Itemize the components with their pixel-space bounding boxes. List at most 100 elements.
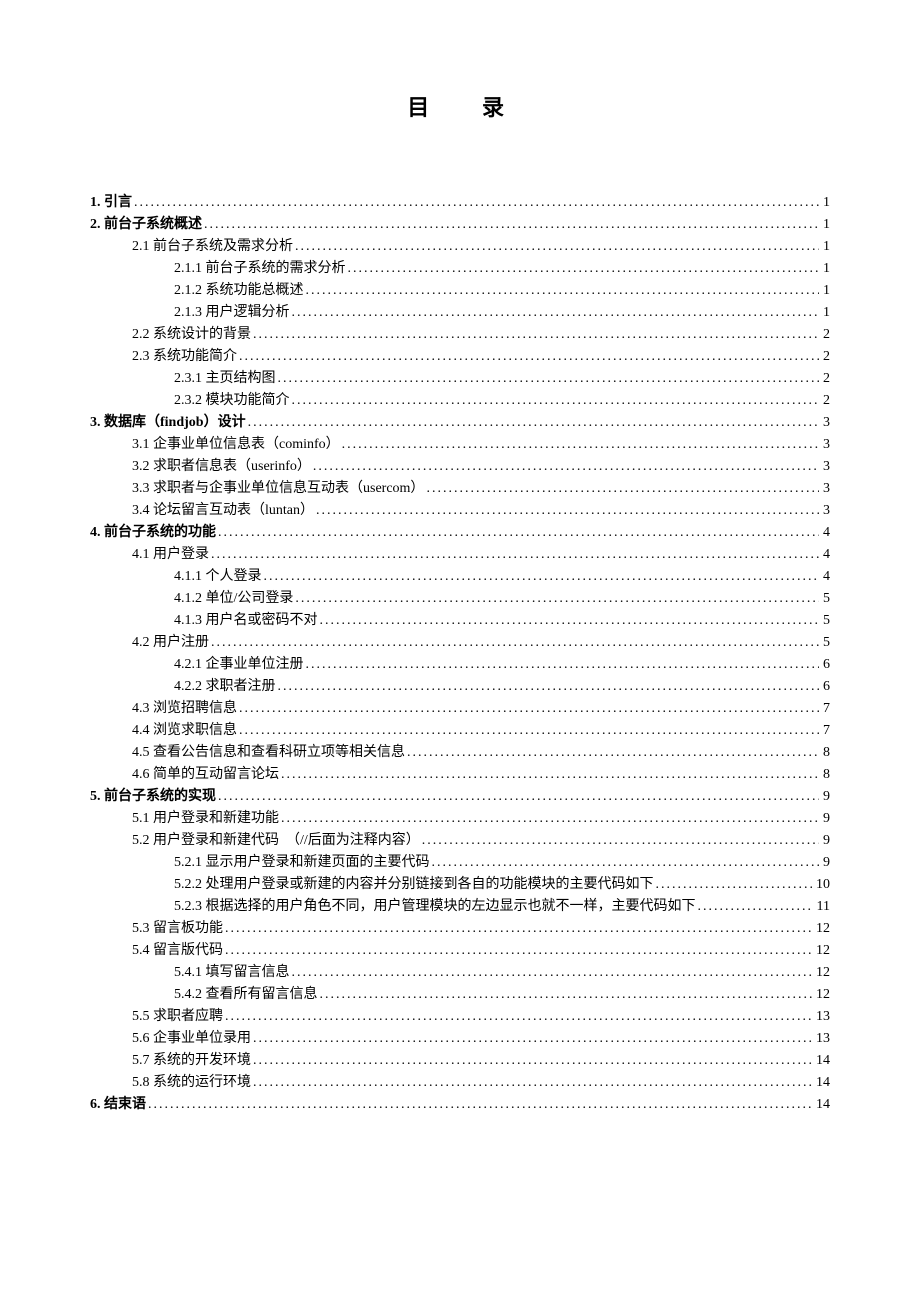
toc-dot-leader (422, 830, 819, 844)
toc-entry[interactable]: 2.3 系统功能简介2 (90, 346, 830, 368)
toc-entry-label: 5.4.2 查看所有留言信息 (174, 984, 318, 1006)
title-left: 目 (407, 95, 438, 120)
toc-entry-label: 2.1 前台子系统及需求分析 (132, 236, 293, 258)
toc-dot-leader (306, 280, 820, 294)
toc-entry-page: 14 (814, 1072, 830, 1094)
toc-entry-label: 6. 结束语 (90, 1094, 146, 1116)
toc-dot-leader (253, 1072, 812, 1086)
toc-entry[interactable]: 4.1.1 个人登录4 (90, 566, 830, 588)
toc-title: 目录 (90, 90, 830, 122)
toc-entry-page: 1 (821, 302, 830, 324)
toc-entry[interactable]: 5.4.2 查看所有留言信息 12 (90, 984, 830, 1006)
toc-entry-label: 2. 前台子系统概述 (90, 214, 202, 236)
toc-dot-leader (342, 434, 819, 448)
toc-entry[interactable]: 4.2.2 求职者注册6 (90, 676, 830, 698)
toc-entry[interactable]: 4.5 查看公告信息和查看科研立项等相关信息8 (90, 742, 830, 764)
toc-dot-leader (306, 654, 820, 668)
toc-entry[interactable]: 2.3.2 模块功能简介2 (90, 390, 830, 412)
toc-entry-page: 6 (821, 676, 830, 698)
toc-entry-page: 1 (821, 192, 830, 214)
toc-entry-page: 3 (821, 456, 830, 478)
toc-entry-label: 5.2.3 根据选择的用户角色不同，用户管理模块的左边显示也就不一样，主要代码如… (174, 896, 696, 918)
toc-entry[interactable]: 3.1 企事业单位信息表（cominfo）3 (90, 434, 830, 456)
toc-entry-label: 4.4 浏览求职信息 (132, 720, 237, 742)
toc-entry[interactable]: 3.3 求职者与企事业单位信息互动表（usercom）3 (90, 478, 830, 500)
toc-entry-page: 9 (821, 808, 830, 830)
toc-entry[interactable]: 4.1 用户登录4 (90, 544, 830, 566)
toc-entry-label: 2.1.3 用户逻辑分析 (174, 302, 290, 324)
toc-dot-leader (225, 940, 812, 954)
toc-dot-leader (248, 412, 819, 426)
toc-entry[interactable]: 5.2.1 显示用户登录和新建页面的主要代码9 (90, 852, 830, 874)
toc-dot-leader (211, 632, 819, 646)
toc-entry[interactable]: 5.2.3 根据选择的用户角色不同，用户管理模块的左边显示也就不一样，主要代码如… (90, 896, 830, 918)
toc-entry[interactable]: 4.1.3 用户名或密码不对5 (90, 610, 830, 632)
toc-entry-label: 5.3 留言板功能 (132, 918, 223, 940)
toc-dot-leader (253, 324, 819, 338)
toc-entry-label: 5.2 用户登录和新建代码 （//后面为注释内容） (132, 830, 420, 852)
toc-entry-page: 13 (814, 1006, 830, 1028)
toc-entry[interactable]: 2.1.1 前台子系统的需求分析1 (90, 258, 830, 280)
toc-entry[interactable]: 4.6 简单的互动留言论坛8 (90, 764, 830, 786)
toc-entry[interactable]: 4.1.2 单位/公司登录5 (90, 588, 830, 610)
toc-entry-label: 2.3.1 主页结构图 (174, 368, 276, 390)
toc-entry-label: 5. 前台子系统的实现 (90, 786, 216, 808)
toc-entry[interactable]: 4.2.1 企事业单位注册6 (90, 654, 830, 676)
toc-entry[interactable]: 5. 前台子系统的实现9 (90, 786, 830, 808)
toc-entry[interactable]: 2.2 系统设计的背景 2 (90, 324, 830, 346)
toc-dot-leader (313, 456, 819, 470)
toc-entry[interactable]: 2.1 前台子系统及需求分析1 (90, 236, 830, 258)
toc-entry[interactable]: 5.4.1 填写留言信息12 (90, 962, 830, 984)
toc-entry-label: 3.1 企事业单位信息表（cominfo） (132, 434, 340, 456)
toc-entry-page: 4 (821, 544, 830, 566)
toc-entry-page: 14 (814, 1050, 830, 1072)
toc-entry[interactable]: 3.2 求职者信息表（userinfo）3 (90, 456, 830, 478)
toc-entry-label: 4.6 简单的互动留言论坛 (132, 764, 279, 786)
toc-entry-page: 12 (814, 984, 830, 1006)
toc-entry-label: 5.6 企事业单位录用 (132, 1028, 251, 1050)
toc-entry[interactable]: 5.4 留言版代码12 (90, 940, 830, 962)
toc-entry-label: 2.2 系统设计的背景 (132, 324, 251, 346)
toc-entry[interactable]: 1. 引言 1 (90, 192, 830, 214)
toc-entry[interactable]: 5.5 求职者应聘13 (90, 1006, 830, 1028)
toc-entry[interactable]: 2.1.3 用户逻辑分析 1 (90, 302, 830, 324)
toc-dot-leader (292, 390, 820, 404)
toc-entry[interactable]: 5.2.2 处理用户登录或新建的内容并分别链接到各自的功能模块的主要代码如下10 (90, 874, 830, 896)
toc-entry-label: 5.2.2 处理用户登录或新建的内容并分别链接到各自的功能模块的主要代码如下 (174, 874, 654, 896)
toc-entry-label: 4. 前台子系统的功能 (90, 522, 216, 544)
toc-entry-page: 2 (821, 346, 830, 368)
toc-entry[interactable]: 4.4 浏览求职信息7 (90, 720, 830, 742)
toc-entry[interactable]: 2.1.2 系统功能总概述1 (90, 280, 830, 302)
toc-entry[interactable]: 3.4 论坛留言互动表（luntan）3 (90, 500, 830, 522)
toc-entry[interactable]: 4. 前台子系统的功能4 (90, 522, 830, 544)
toc-dot-leader (134, 192, 819, 206)
toc-entry[interactable]: 2.3.1 主页结构图2 (90, 368, 830, 390)
toc-entry-page: 12 (814, 918, 830, 940)
toc-dot-leader (292, 302, 820, 316)
toc-entry[interactable]: 2. 前台子系统概述1 (90, 214, 830, 236)
toc-entry[interactable]: 5.7 系统的开发环境14 (90, 1050, 830, 1072)
toc-entry-label: 2.1.1 前台子系统的需求分析 (174, 258, 346, 280)
toc-entry[interactable]: 4.3 浏览招聘信息7 (90, 698, 830, 720)
toc-entry-label: 2.1.2 系统功能总概述 (174, 280, 304, 302)
toc-entry[interactable]: 6. 结束语14 (90, 1094, 830, 1116)
toc-entry-label: 3.4 论坛留言互动表（luntan） (132, 500, 314, 522)
toc-entry[interactable]: 5.1 用户登录和新建功能9 (90, 808, 830, 830)
toc-entry-label: 1. 引言 (90, 192, 132, 214)
toc-entry-page: 13 (814, 1028, 830, 1050)
toc-entry[interactable]: 5.8 系统的运行环境14 (90, 1072, 830, 1094)
toc-dot-leader (432, 852, 820, 866)
toc-entry-label: 5.4 留言版代码 (132, 940, 223, 962)
toc-entry[interactable]: 5.3 留言板功能 12 (90, 918, 830, 940)
toc-entry[interactable]: 4.2 用户注册5 (90, 632, 830, 654)
toc-entry[interactable]: 3. 数据库（findjob）设计3 (90, 412, 830, 434)
toc-dot-leader (218, 522, 819, 536)
toc-entry[interactable]: 5.2 用户登录和新建代码 （//后面为注释内容）9 (90, 830, 830, 852)
toc-entry-page: 11 (815, 896, 830, 918)
toc-dot-leader (295, 236, 819, 250)
toc-entry[interactable]: 5.6 企事业单位录用 13 (90, 1028, 830, 1050)
toc-entry-page: 4 (821, 566, 830, 588)
toc-entry-page: 7 (821, 698, 830, 720)
toc-entry-page: 2 (821, 324, 830, 346)
toc-entry-page: 2 (821, 390, 830, 412)
